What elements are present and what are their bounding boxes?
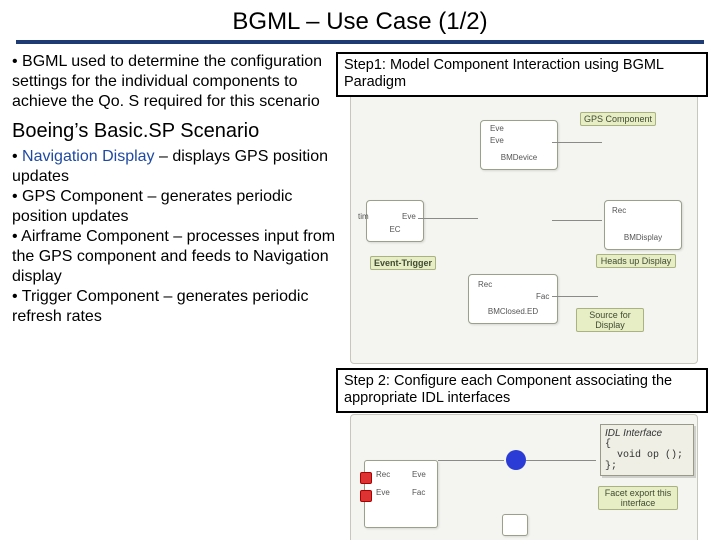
tag-gps: GPS Component <box>580 112 656 126</box>
port-rec1: Rec <box>612 206 626 215</box>
port-eve2: Eve <box>490 124 504 133</box>
bullet-prefix: • <box>12 148 22 165</box>
port-rec2: Rec <box>478 280 492 289</box>
bullet-prefix: • <box>12 288 22 305</box>
slide-title: BGML – Use Case (1/2) <box>0 0 720 40</box>
bullet-term: GPS Component <box>22 188 143 205</box>
idl-interface-box: IDL Interface { void op (); }; <box>600 424 694 476</box>
idl-title: IDL Interface <box>605 428 689 439</box>
idl-body: { void op (); }; <box>605 439 689 472</box>
tag-source-display: Source for Display <box>576 308 644 332</box>
bullet-trigger-component: • Trigger Component – generates periodic… <box>12 287 342 327</box>
port-rec-b <box>360 472 372 484</box>
wire <box>526 460 596 461</box>
tag-facet-export: Facet export this interface <box>598 486 678 510</box>
port-fac-b-label: Fac <box>412 488 425 497</box>
wire <box>552 220 602 221</box>
node-ec: EC <box>366 200 424 242</box>
wire <box>552 142 602 143</box>
blue-node <box>506 450 526 470</box>
bullet-airframe-component: • Airframe Component – processes input f… <box>12 227 342 287</box>
tag-headsup: Heads up Display <box>596 254 676 268</box>
port-eve-b2-label: Eve <box>412 470 426 479</box>
bullet-term: Airframe Component <box>21 228 169 245</box>
bullet-prefix: • <box>12 188 22 205</box>
facet-port-box <box>502 514 528 536</box>
wire <box>438 460 504 461</box>
wire <box>418 218 478 219</box>
callout-step2: Step 2: Configure each Component associa… <box>336 368 708 413</box>
bullet-gps-component: • GPS Component – generates periodic pos… <box>12 187 342 227</box>
port-fac: Fac <box>536 292 549 301</box>
callout-step1: Step1: Model Component Interaction using… <box>336 52 708 97</box>
intro-bullet: • BGML used to determine the configurati… <box>12 52 342 112</box>
port-rec-b-label: Rec <box>376 470 390 479</box>
tag-event-trigger: Event-Trigger <box>370 256 436 270</box>
port-eve-b-label: Eve <box>376 488 390 497</box>
port-tim: tim <box>358 212 369 221</box>
title-underline <box>16 40 704 44</box>
bullet-term: Navigation Display <box>22 148 155 165</box>
port-eve1: Eve <box>402 212 416 221</box>
slide-body: Step1: Model Component Interaction using… <box>0 52 720 327</box>
slide: BGML – Use Case (1/2) Step1: Model Compo… <box>0 0 720 540</box>
port-eve-b <box>360 490 372 502</box>
bullet-nav-display: • Navigation Display – displays GPS posi… <box>12 147 342 187</box>
port-eve3: Eve <box>490 136 504 145</box>
wire <box>552 296 598 297</box>
bullet-prefix: • <box>12 228 21 245</box>
bullet-term: Trigger Component <box>22 288 159 305</box>
